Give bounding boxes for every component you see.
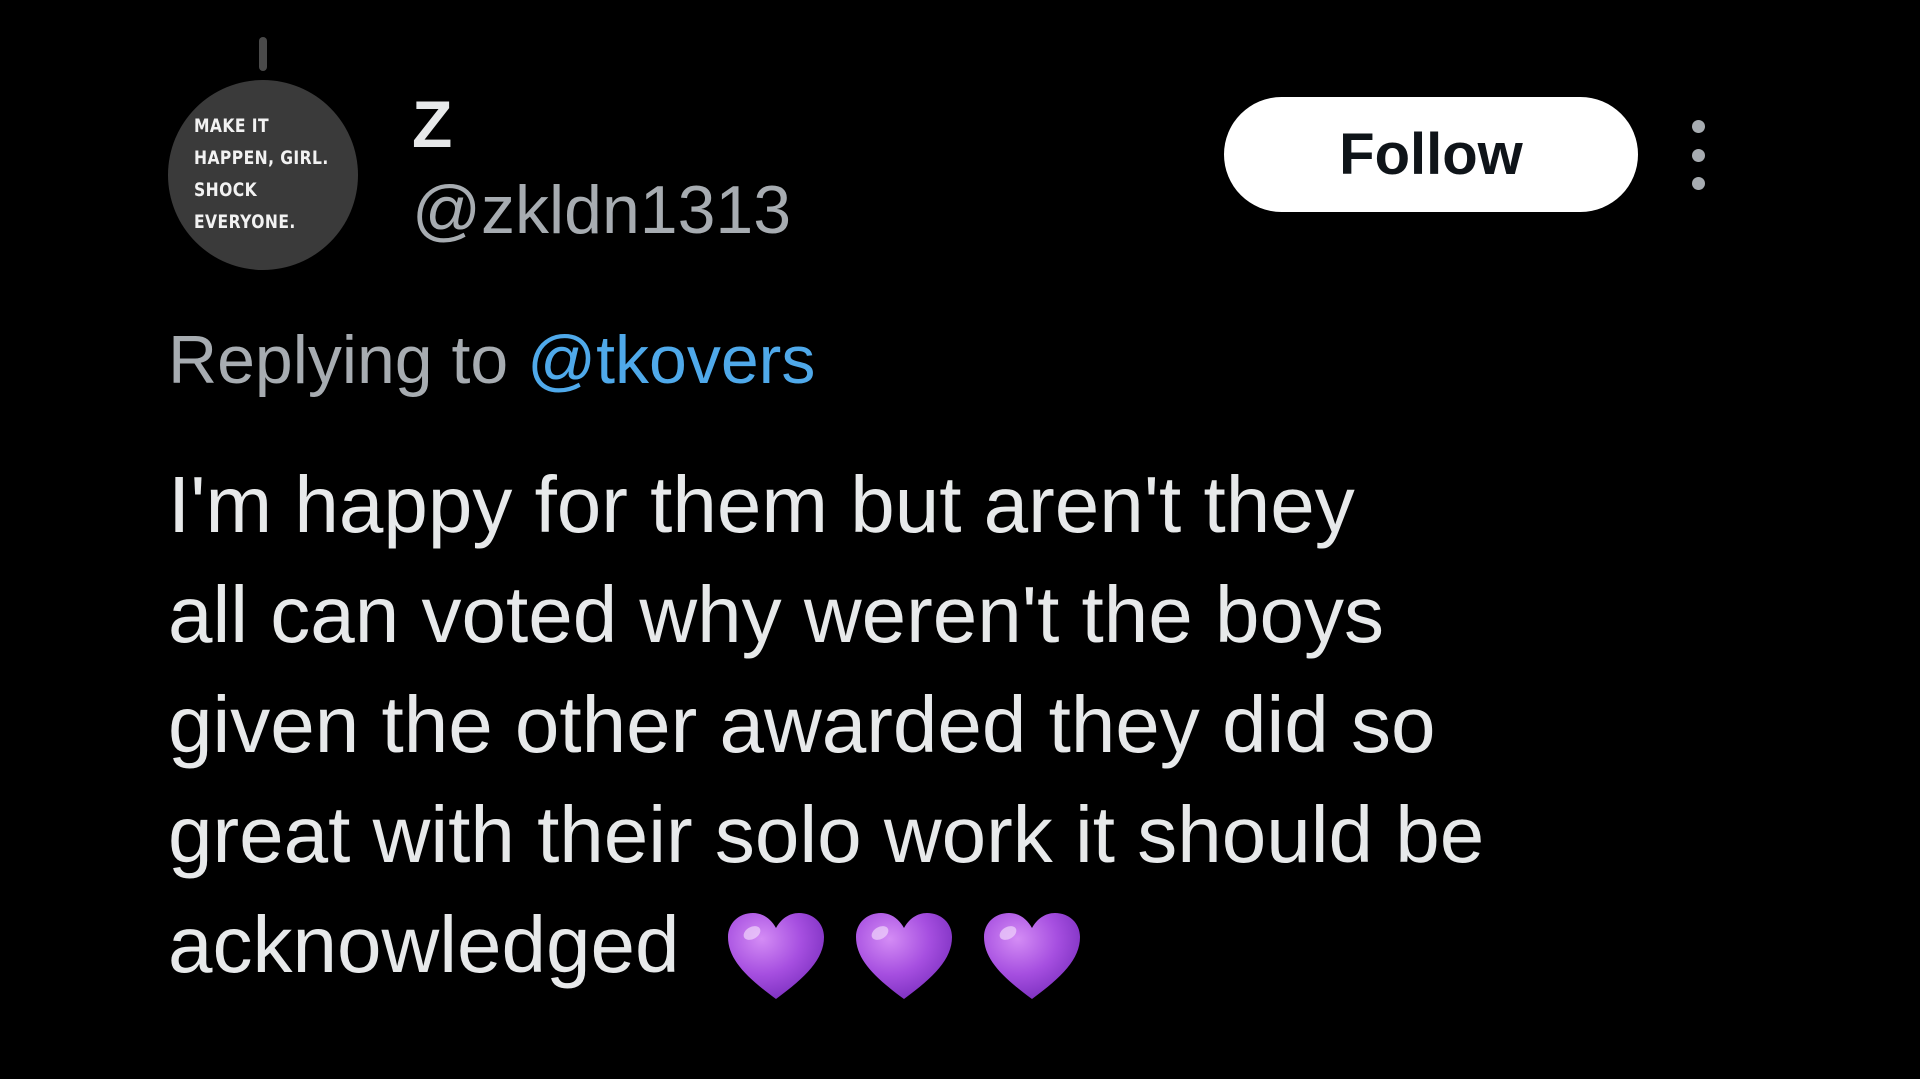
tweet-text-last-line: acknowledged xyxy=(168,890,1728,1006)
more-vertical-icon-dot xyxy=(1692,148,1705,162)
tweet-text-line: all can voted why weren't the boys xyxy=(168,570,1384,659)
more-vertical-icon-dot xyxy=(1692,177,1705,190)
tweet-text-line-end: acknowledged xyxy=(168,900,680,989)
avatar[interactable]: MAKE IT HAPPEN, GIRL. SHOCK EVERYONE. xyxy=(168,80,358,270)
tweet-text-line: given the other awarded they did so xyxy=(168,680,1436,769)
replying-to-link[interactable]: @tkovers xyxy=(527,322,815,398)
author-display-name[interactable]: Z xyxy=(412,84,452,164)
replying-to-line: Replying to @tkovers xyxy=(168,318,815,402)
follow-button[interactable]: Follow xyxy=(1224,97,1638,212)
tweet-text: I'm happy for them but aren't they all c… xyxy=(168,450,1728,1006)
thread-connector-line xyxy=(259,37,267,71)
tweet-text-line: great with their solo work it should be xyxy=(168,790,1485,879)
more-vertical-icon xyxy=(1692,120,1705,133)
purple-heart-icon xyxy=(984,912,1081,999)
avatar-text: MAKE IT HAPPEN, GIRL. SHOCK EVERYONE. xyxy=(194,110,329,238)
replying-to-label: Replying to xyxy=(168,322,509,398)
author-handle[interactable]: @zkldn1313 xyxy=(412,170,791,250)
purple-heart-icon xyxy=(855,912,952,999)
more-options-button[interactable] xyxy=(1692,120,1705,190)
avatar-text-line: MAKE IT xyxy=(194,115,270,137)
avatar-text-line: EVERYONE. xyxy=(194,211,296,233)
avatar-text-line: HAPPEN, GIRL. xyxy=(194,147,329,169)
purple-heart-icon xyxy=(727,912,824,999)
emoji-group xyxy=(726,896,1088,1006)
avatar-text-line: SHOCK xyxy=(194,179,258,201)
tweet-text-line: I'm happy for them but aren't they xyxy=(168,460,1355,549)
